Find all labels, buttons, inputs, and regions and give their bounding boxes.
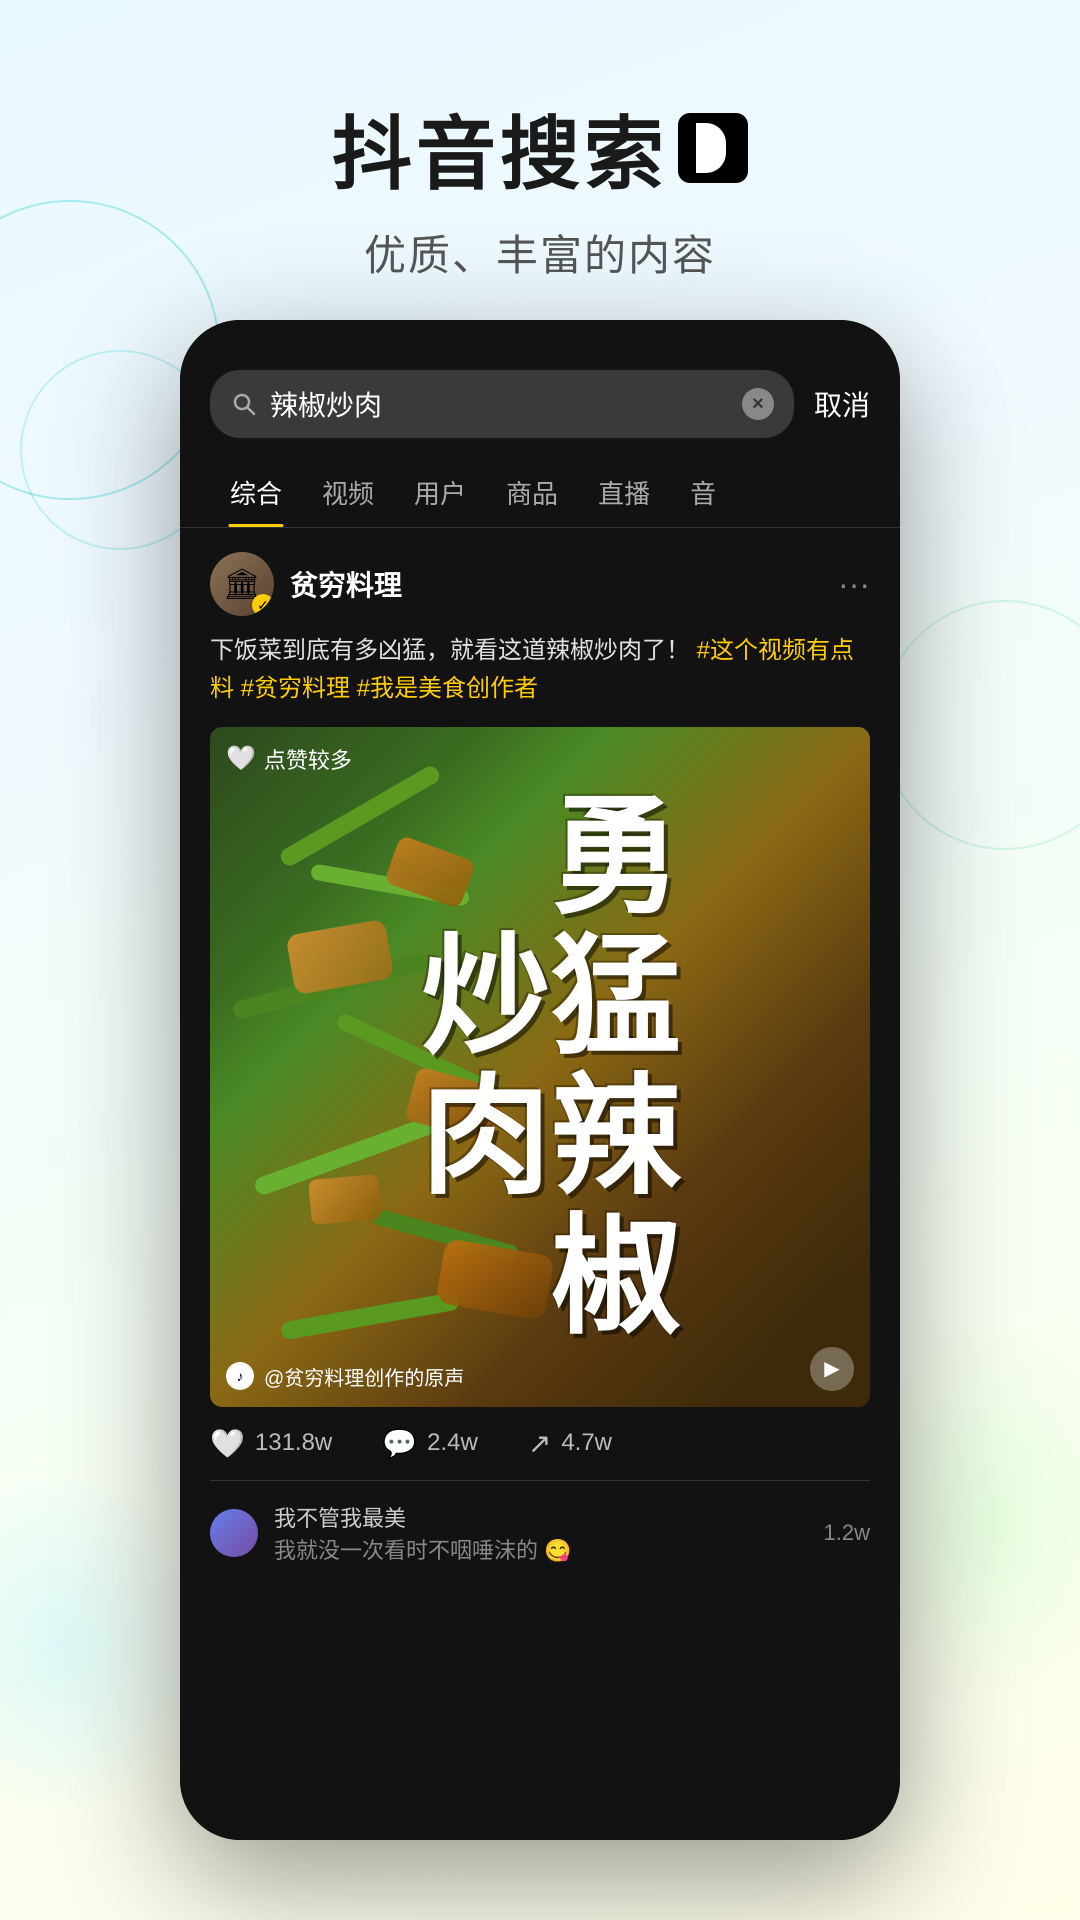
tab-audio[interactable]: 音 bbox=[670, 458, 736, 527]
video-overlay: 勇猛辣椒炒肉 bbox=[210, 727, 870, 1407]
video-thumbnail[interactable]: 勇猛辣椒炒肉 🤍 点赞较多 ♪ @贫穷料理创作的原声 bbox=[210, 727, 870, 1407]
post-desc-text: 下饭菜到底有多凶猛，就看这道辣椒炒肉了！ bbox=[210, 637, 690, 664]
header: 抖音搜索 ♪ 优质、丰富的内容 bbox=[0, 0, 1080, 323]
bg-decoration-3 bbox=[880, 600, 1080, 850]
more-options-button[interactable]: ··· bbox=[838, 566, 870, 603]
shares-count: 4.7w bbox=[561, 1429, 612, 1457]
likes-button[interactable]: 🤍 131.8w bbox=[210, 1427, 332, 1460]
search-tabs: 综合 视频 用户 商品 直播 音 bbox=[180, 458, 900, 528]
comments-count: 2.4w bbox=[427, 1429, 478, 1457]
share-button[interactable]: ↗ 4.7w bbox=[528, 1427, 612, 1460]
comments-button[interactable]: 💬 2.4w bbox=[382, 1427, 478, 1460]
likes-badge: 🤍 点赞较多 bbox=[226, 743, 352, 775]
app-title-row: 抖音搜索 ♪ bbox=[0, 90, 1080, 206]
heart-icon: 🤍 bbox=[226, 744, 256, 773]
sound-bar: ♪ @贫穷料理创作的原声 bbox=[226, 1362, 464, 1391]
phone-mockup: 辣椒炒肉 × 取消 综合 视频 用户 商品 直播 音 🏛 bbox=[180, 320, 900, 1840]
tiktok-sound-logo: ♪ bbox=[226, 1362, 254, 1390]
tiktok-note-icon: ♪ bbox=[699, 119, 728, 177]
search-input-wrapper[interactable]: 辣椒炒肉 × bbox=[210, 370, 794, 438]
tab-live[interactable]: 直播 bbox=[578, 458, 670, 527]
tiktok-logo-icon: ♪ bbox=[678, 113, 748, 183]
post-user-card: 🏛 ✓ 贫穷料理 ··· bbox=[210, 552, 870, 616]
share-icon: ↗ bbox=[528, 1427, 551, 1460]
comment-content: 我不管我最美 我就没一次看时不咽唾沫的 😋 bbox=[274, 1501, 808, 1565]
sound-text: @贫穷料理创作的原声 bbox=[264, 1362, 464, 1391]
verified-badge: ✓ bbox=[252, 594, 274, 616]
bg-blob-2 bbox=[0, 1470, 200, 1820]
tab-video[interactable]: 视频 bbox=[302, 458, 394, 527]
search-icon bbox=[230, 390, 258, 418]
play-button[interactable]: ▶ bbox=[810, 1347, 854, 1391]
heart-icon-interact: 🤍 bbox=[210, 1427, 245, 1460]
commenter-name: 我不管我最美 bbox=[274, 1501, 808, 1533]
user-name[interactable]: 贫穷料理 bbox=[290, 564, 402, 604]
content-area: 🏛 ✓ 贫穷料理 ··· 下饭菜到底有多凶猛，就看这道辣椒炒肉了！ #这个视频有… bbox=[180, 528, 900, 1840]
phone-inner: 辣椒炒肉 × 取消 综合 视频 用户 商品 直播 音 🏛 bbox=[180, 320, 900, 1840]
header-subtitle: 优质、丰富的内容 bbox=[0, 222, 1080, 283]
hashtag-3[interactable]: #我是美食创作者 bbox=[357, 675, 538, 702]
hashtag-2[interactable]: #贫穷料理 bbox=[241, 675, 350, 702]
tab-user[interactable]: 用户 bbox=[394, 458, 486, 527]
app-title-text: 抖音搜索 bbox=[332, 90, 668, 206]
user-avatar[interactable]: 🏛 ✓ bbox=[210, 552, 274, 616]
tab-comprehensive[interactable]: 综合 bbox=[210, 458, 302, 527]
tab-goods[interactable]: 商品 bbox=[486, 458, 578, 527]
comment-likes-count: 1.2w bbox=[824, 1520, 870, 1546]
commenter-avatar bbox=[210, 1509, 258, 1557]
phone-frame: 辣椒炒肉 × 取消 综合 视频 用户 商品 直播 音 🏛 bbox=[180, 320, 900, 1840]
search-bar-area: 辣椒炒肉 × 取消 bbox=[180, 320, 900, 458]
comment-body: 我就没一次看时不咽唾沫的 😋 bbox=[274, 1533, 808, 1565]
post-description: 下饭菜到底有多凶猛，就看这道辣椒炒肉了！ #这个视频有点料 #贫穷料理 #我是美… bbox=[210, 632, 870, 709]
clear-search-button[interactable]: × bbox=[742, 388, 774, 420]
search-query-text: 辣椒炒肉 bbox=[270, 384, 730, 424]
video-title-text: 勇猛辣椒炒肉 bbox=[410, 727, 670, 1407]
interaction-row: 🤍 131.8w 💬 2.4w ↗ 4.7w bbox=[210, 1407, 870, 1481]
likes-count: 131.8w bbox=[255, 1429, 332, 1457]
cancel-search-button[interactable]: 取消 bbox=[814, 384, 870, 424]
likes-badge-text: 点赞较多 bbox=[264, 743, 352, 775]
comment-preview: 我不管我最美 我就没一次看时不咽唾沫的 😋 1.2w bbox=[210, 1481, 870, 1585]
comment-icon: 💬 bbox=[382, 1427, 417, 1460]
